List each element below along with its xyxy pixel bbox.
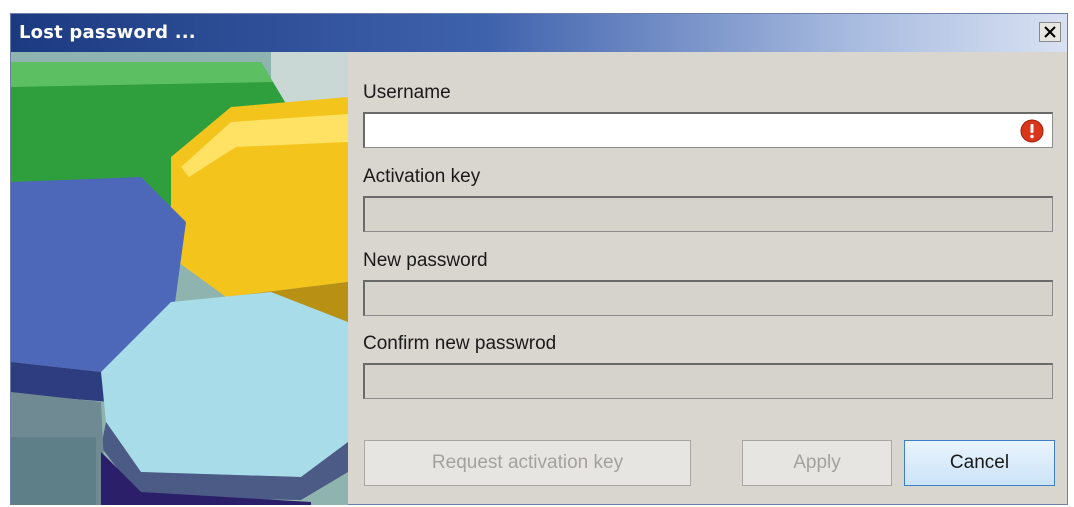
- cancel-button[interactable]: Cancel: [904, 440, 1055, 486]
- activation-key-label: Activation key: [363, 166, 481, 187]
- confirm-password-label: Confirm new passwrod: [363, 333, 557, 354]
- error-icon: [1020, 119, 1044, 143]
- lost-password-dialog: Lost password ... Username Activation ke…: [10, 13, 1068, 505]
- close-icon: [1044, 26, 1056, 38]
- confirm-password-field[interactable]: [363, 363, 1053, 399]
- close-button[interactable]: [1039, 22, 1061, 42]
- username-label: Username: [363, 82, 451, 103]
- username-field[interactable]: [363, 112, 1053, 148]
- side-image: [11, 52, 348, 505]
- window-title: Lost password ...: [19, 22, 196, 43]
- request-activation-key-button[interactable]: Request activation key: [364, 440, 691, 486]
- new-password-label: New password: [363, 250, 488, 271]
- new-password-field[interactable]: [363, 280, 1053, 316]
- activation-key-field[interactable]: [363, 196, 1053, 232]
- apply-button[interactable]: Apply: [742, 440, 892, 486]
- title-bar[interactable]: Lost password ...: [11, 14, 1067, 52]
- hexagon-graphic: [11, 52, 348, 505]
